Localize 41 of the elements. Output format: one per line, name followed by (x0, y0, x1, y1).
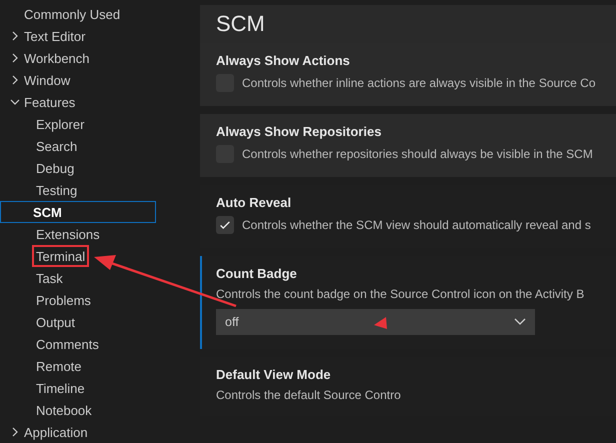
setting-title: Count Badge (216, 266, 298, 281)
tree-item[interactable]: Extensions (32, 223, 104, 245)
tree-item[interactable]: Problems (32, 289, 95, 311)
tree-item[interactable]: Testing (32, 179, 82, 201)
tree-item[interactable]: Output (32, 311, 80, 333)
tree-item[interactable]: Workbench (0, 47, 200, 69)
tree-item[interactable]: Remote (32, 355, 86, 377)
tree-item[interactable]: Debug (32, 157, 78, 179)
setting-description: Controls the default Source Contro (216, 388, 402, 402)
tree-item[interactable]: Notebook (32, 399, 96, 421)
section-title: SCM (216, 11, 265, 37)
setting-title: Default View Mode (216, 367, 332, 382)
tree-item[interactable]: Window (0, 69, 200, 91)
tree-item-label: Workbench (24, 50, 90, 66)
chevron-down-icon (514, 318, 526, 326)
tree-item[interactable]: Search (32, 135, 82, 157)
tree-item-label: Features (24, 94, 76, 110)
tree-item-label: Commonly Used (24, 6, 120, 22)
checkbox[interactable] (216, 216, 234, 234)
tree-item-label: Window (24, 72, 70, 88)
setting-title: Always Show Actions (216, 53, 351, 68)
dropdown-value: off (225, 315, 239, 329)
tree-item[interactable]: Comments (32, 333, 103, 355)
tree-item[interactable]: Application (0, 421, 200, 443)
tree-item[interactable]: Terminal (32, 245, 90, 267)
tree-item[interactable]: Explorer (32, 113, 88, 135)
tree-item-label: Text Editor (24, 28, 86, 44)
setting-description: Controls the count badge on the Source Control icon on the Activity B (216, 287, 586, 301)
setting-title: Always Show Repositories (216, 124, 382, 139)
tree-item[interactable]: Timeline (32, 377, 89, 399)
tree-item[interactable]: Text Editor (0, 25, 200, 47)
tree-item[interactable]: Task (32, 267, 67, 289)
dropdown[interactable]: off (216, 309, 535, 335)
setting-description: Controls whether the SCM view should automatically reveal and s (242, 218, 591, 232)
setting-title: Auto Reveal (216, 195, 292, 210)
tree-item-label: Application (24, 424, 88, 440)
tree-item[interactable]: Commonly Used (0, 3, 200, 25)
setting-description: Controls whether inline actions are always visible in the Source Co (242, 76, 596, 90)
tree-item[interactable]: SCM (0, 201, 156, 223)
tree-item[interactable]: Features (0, 91, 200, 113)
setting-description: Controls whether repositories should always be visible in the SCM (242, 147, 593, 161)
